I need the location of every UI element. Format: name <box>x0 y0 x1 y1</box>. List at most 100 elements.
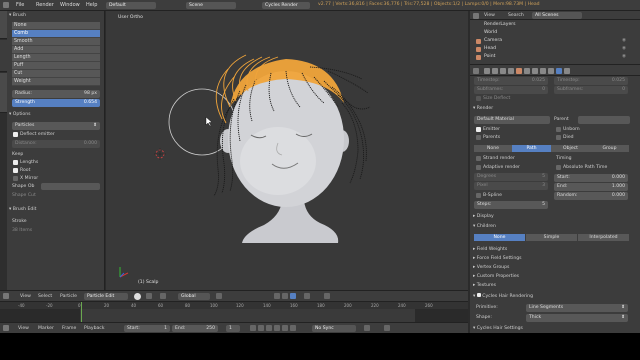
display-object-button[interactable]: Object <box>551 145 590 152</box>
strength-slider[interactable]: Strength 0.654 <box>12 99 100 107</box>
textures-header[interactable]: ▸ Textures <box>473 283 496 288</box>
physics-tab-icon[interactable] <box>564 68 570 74</box>
start-field[interactable]: Start: 0.000 <box>554 174 628 182</box>
edit-mode-select[interactable]: Particles ⬍ <box>12 122 100 130</box>
prev-keyframe-icon[interactable] <box>258 325 264 331</box>
degrees-field[interactable]: Degrees 5 <box>474 173 548 181</box>
object-tab-icon[interactable] <box>516 68 522 74</box>
material-tab-icon[interactable] <box>548 68 554 74</box>
field-weights-header[interactable]: ▸ Field Weights <box>473 247 507 252</box>
vertex-groups-header[interactable]: ▸ Vertex Groups <box>473 265 509 270</box>
editor-type-icon[interactable] <box>3 293 9 299</box>
outliner-item-camera[interactable]: Camera <box>484 38 502 45</box>
play-icon[interactable] <box>274 325 280 331</box>
cycles-hair-header[interactable]: ▾ Cycles Hair Rendering <box>473 293 533 299</box>
brush-none[interactable]: None <box>12 22 100 30</box>
children-none-button[interactable]: None <box>474 234 525 241</box>
tl-menu-frame[interactable]: Frame <box>62 326 76 331</box>
custom-properties-header[interactable]: ▸ Custom Properties <box>473 274 519 279</box>
random-field[interactable]: Random: 0.000 <box>554 192 628 200</box>
snap-icon[interactable] <box>304 293 310 299</box>
brush-smooth[interactable]: Smooth <box>12 38 100 46</box>
children-interpolated-button[interactable]: Interpolated <box>578 234 629 241</box>
display-header[interactable]: ▸ Display <box>473 214 494 219</box>
timestep-b-field[interactable]: Timestep: 0.025 <box>554 77 628 85</box>
material-select[interactable]: Default Material <box>474 116 550 124</box>
died-checkbox[interactable] <box>556 135 561 140</box>
tab-options[interactable] <box>0 40 7 72</box>
visibility-eye-icon[interactable]: ◉ <box>622 38 626 43</box>
children-simple-button[interactable]: Simple <box>526 234 577 241</box>
opengl-render-icon[interactable] <box>324 293 330 299</box>
menu-select[interactable]: Select <box>38 294 52 299</box>
render-engine-select[interactable]: Cycles Render <box>262 2 310 9</box>
screen-layout-select[interactable]: Default <box>106 2 156 9</box>
select-point-icon[interactable] <box>274 293 280 299</box>
cycles-hair-settings-header[interactable]: ▾ Cycles Hair Settings <box>473 326 523 331</box>
tab-tools[interactable] <box>0 11 7 39</box>
mode-select[interactable]: Particle Edit <box>84 293 128 300</box>
editor-type-icon[interactable] <box>3 2 9 8</box>
layers-tab-icon[interactable] <box>492 68 498 74</box>
editor-type-icon[interactable] <box>473 12 479 19</box>
parent-field[interactable] <box>578 116 630 124</box>
subframes-b-field[interactable]: Subframes: 0 <box>554 86 628 94</box>
outliner-item-world[interactable]: World <box>484 30 497 37</box>
adaptive-render-checkbox[interactable] <box>476 165 481 170</box>
tl-menu-playback[interactable]: Playback <box>84 326 105 331</box>
next-keyframe-icon[interactable] <box>282 325 288 331</box>
brush-length[interactable]: Length <box>12 54 100 62</box>
scene-tab-icon[interactable] <box>500 68 506 74</box>
jump-end-icon[interactable] <box>290 325 296 331</box>
unborn-checkbox[interactable] <box>556 127 561 132</box>
force-field-header[interactable]: ▸ Force Field Settings <box>473 256 522 261</box>
menu-file[interactable]: File <box>16 2 24 8</box>
strand-render-checkbox[interactable] <box>476 156 481 161</box>
display-group-button[interactable]: Group <box>590 145 629 152</box>
outliner-item-head[interactable]: Head <box>484 46 496 53</box>
emitter-checkbox[interactable] <box>476 127 481 132</box>
size-deflect-checkbox[interactable] <box>476 96 481 101</box>
select-tip-icon[interactable] <box>282 293 288 299</box>
world-tab-icon[interactable] <box>508 68 514 74</box>
menu-window[interactable]: Window <box>60 2 80 8</box>
options-header[interactable]: ▾ Options <box>9 112 31 117</box>
constraints-tab-icon[interactable] <box>524 68 530 74</box>
tl-menu-marker[interactable]: Marker <box>38 326 54 331</box>
tl-menu-view[interactable]: View <box>18 326 29 331</box>
timeline-ruler[interactable]: -40 -20 0 20 40 60 80 100 120 140 160 18… <box>0 302 468 309</box>
brush-add[interactable]: Add <box>12 46 100 54</box>
brush-header[interactable]: ▾ Brush <box>9 13 26 18</box>
3d-viewport[interactable]: User Ortho (1) Scalp <box>106 11 468 290</box>
visibility-eye-icon[interactable]: ◉ <box>622 54 626 59</box>
menu-particle[interactable]: Particle <box>60 294 77 299</box>
steps-field[interactable]: Steps: 5 <box>474 201 548 209</box>
end-frame-field[interactable]: End: 250 <box>172 324 218 332</box>
primitive-select[interactable]: Line Segments ⬍ <box>526 304 628 312</box>
select-path-icon[interactable] <box>290 293 296 299</box>
distance-field[interactable]: Distance: 0.000 <box>12 140 100 148</box>
brush-comb[interactable]: Comb <box>12 30 100 38</box>
outliner-item-renderlayers[interactable]: RenderLayers <box>484 22 516 29</box>
bspline-checkbox[interactable] <box>476 193 481 198</box>
brush-puff[interactable]: Puff <box>12 62 100 70</box>
data-tab-icon[interactable] <box>540 68 546 74</box>
menu-help[interactable]: Help <box>86 2 97 8</box>
modifiers-tab-icon[interactable] <box>532 68 538 74</box>
display-path-button[interactable]: Path <box>512 145 551 152</box>
outliner-filter-select[interactable]: All Scenes <box>532 12 582 19</box>
root-checkbox[interactable] <box>13 168 18 173</box>
play-reverse-icon[interactable] <box>266 325 272 331</box>
children-header[interactable]: ▾ Children <box>473 224 496 229</box>
x-mirror-checkbox[interactable] <box>13 176 18 181</box>
visibility-eye-icon[interactable]: ◉ <box>622 46 626 51</box>
end-field[interactable]: End: 1.000 <box>554 183 628 191</box>
menu-view[interactable]: View <box>20 294 31 299</box>
outliner-search-menu[interactable]: Search <box>508 13 524 18</box>
shape-object-field[interactable] <box>41 183 100 190</box>
absolute-path-time-checkbox[interactable] <box>556 165 561 170</box>
layers-icon[interactable] <box>216 293 222 299</box>
sync-mode-select[interactable]: No Sync <box>312 325 356 332</box>
pixel-field[interactable]: Pixel 3 <box>474 182 548 190</box>
jump-start-icon[interactable] <box>250 325 256 331</box>
